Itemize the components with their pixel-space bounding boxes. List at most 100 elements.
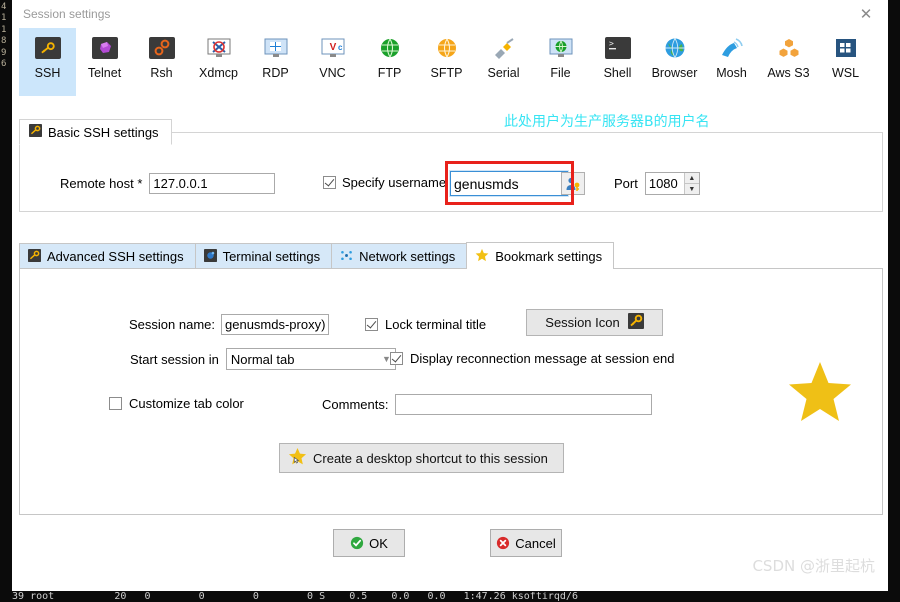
customize-tab-color-group: Customize tab color <box>109 396 244 411</box>
file-monitor-icon <box>548 35 574 61</box>
protocol-sftp[interactable]: SFTP <box>418 28 475 96</box>
protocol-label: File <box>550 66 571 80</box>
check-circle-icon <box>350 536 364 550</box>
session-icon-button[interactable]: Session Icon <box>526 309 663 336</box>
dialog-titlebar: Session settings ✕ <box>13 1 887 28</box>
protocol-ftp[interactable]: FTP <box>361 28 418 96</box>
dialog-title: Session settings <box>23 7 111 21</box>
protocol-browser[interactable]: Browser <box>646 28 703 96</box>
protocol-label: RDP <box>262 66 289 80</box>
port-decrement-icon[interactable]: ▼ <box>684 184 699 194</box>
svg-text:V: V <box>329 42 336 53</box>
network-dots-icon <box>340 249 353 265</box>
tab-terminal-settings[interactable]: Terminal settings <box>194 243 333 269</box>
display-reconnect-checkbox[interactable] <box>390 352 403 365</box>
rsh-icon <box>148 35 175 61</box>
protocol-mosh[interactable]: Mosh <box>703 28 760 96</box>
protocol-label: Telnet <box>87 66 122 80</box>
tab-label: Terminal settings <box>222 249 321 264</box>
protocol-label: VNC <box>319 66 346 80</box>
terminal-icon <box>203 248 217 265</box>
tab-label: Bookmark settings <box>495 248 603 264</box>
display-reconnect-group: Display reconnection message at session … <box>390 351 674 366</box>
session-name-label: Session name: <box>129 317 215 332</box>
protocol-ssh[interactable]: SSH <box>19 28 76 96</box>
ssh-key-icon <box>34 35 61 61</box>
session-name-group: Session name: <box>129 314 329 335</box>
protocol-file[interactable]: File <box>532 28 589 96</box>
tab-network-settings[interactable]: Network settings <box>331 243 468 269</box>
comments-label: Comments: <box>322 397 389 412</box>
comments-input[interactable] <box>395 394 653 415</box>
star-icon <box>475 248 489 265</box>
settings-tabstrip: Advanced SSH settings Terminal settings … <box>19 242 883 269</box>
serial-plug-icon <box>491 35 517 61</box>
username-input[interactable] <box>449 170 569 197</box>
specify-username-group: Specify username <box>323 175 446 190</box>
protocol-xdmcp[interactable]: Xdmcp <box>190 28 247 96</box>
select-user-button[interactable] <box>561 172 585 195</box>
protocol-label: SFTP <box>430 66 463 80</box>
star-icon <box>788 361 852 426</box>
protocol-aws-s3[interactable]: Aws S3 <box>760 28 817 96</box>
wsl-windows-icon <box>833 35 859 61</box>
start-session-in-value: Normal tab <box>230 351 295 367</box>
vnc-icon: Vc <box>320 35 346 61</box>
cancel-button[interactable]: Cancel <box>490 529 562 557</box>
protocol-rsh[interactable]: Rsh <box>133 28 190 96</box>
basic-ssh-tab[interactable]: Basic SSH settings <box>19 119 172 145</box>
aws-s3-icon <box>776 35 802 61</box>
port-value[interactable]: 1080 <box>646 173 684 194</box>
shell-terminal-icon: > <box>604 35 631 61</box>
start-session-in-select[interactable]: Normal tab ▼ <box>225 348 396 370</box>
create-desktop-shortcut-button[interactable]: Create a desktop shortcut to this sessio… <box>279 443 564 473</box>
csdn-watermark: CSDN @浙里起杭 <box>752 557 875 575</box>
start-session-in-label: Start session in <box>130 351 219 367</box>
port-field-group: Port 1080 ▲ ▼ <box>614 172 700 195</box>
port-label: Port <box>614 176 638 191</box>
telnet-icon <box>91 35 118 61</box>
protocol-serial[interactable]: Serial <box>475 28 532 96</box>
comments-group: Comments: <box>322 394 653 415</box>
specify-username-label: Specify username <box>342 175 447 190</box>
tab-advanced-ssh-settings[interactable]: Advanced SSH settings <box>19 243 196 269</box>
customize-tab-color-checkbox[interactable] <box>109 397 122 410</box>
protocol-rdp[interactable]: RDP <box>247 28 304 96</box>
browser-globe-icon <box>662 35 688 61</box>
ok-button[interactable]: OK <box>333 529 405 557</box>
terminal-process-row: 39 root 20 0 0 0 0 S 0.5 0.0 0.0 1:47.26… <box>0 592 578 602</box>
protocol-label: Mosh <box>716 66 747 80</box>
customize-tab-color-label: Customize tab color <box>129 396 244 411</box>
protocol-label: Browser <box>651 66 698 80</box>
remote-host-field-group: Remote host * <box>60 173 276 194</box>
protocol-label: WSL <box>831 66 860 80</box>
remote-host-label: Remote host * <box>60 176 143 191</box>
port-increment-icon[interactable]: ▲ <box>684 173 699 184</box>
chinese-annotation-note: 此处用户为生产服务器B的用户名 <box>504 114 710 130</box>
remote-host-input[interactable] <box>149 173 276 194</box>
display-reconnect-label: Display reconnection message at session … <box>410 351 675 366</box>
star-icon <box>288 447 307 469</box>
protocol-wsl[interactable]: WSL <box>817 28 874 96</box>
port-spinner[interactable]: 1080 ▲ ▼ <box>644 172 700 195</box>
ssh-key-icon <box>29 124 42 140</box>
protocol-label: Aws S3 <box>767 66 810 80</box>
lock-terminal-title-group: Lock terminal title <box>365 317 486 332</box>
specify-username-checkbox[interactable] <box>323 176 336 189</box>
bookmark-settings-panel: Session name: Lock terminal title Sessio… <box>19 268 883 515</box>
tab-bookmark-settings[interactable]: Bookmark settings <box>466 242 615 269</box>
session-name-input[interactable] <box>221 314 329 335</box>
rdp-icon <box>263 35 289 61</box>
protocol-label: Xdmcp <box>199 66 238 80</box>
protocol-label: Serial <box>487 66 520 80</box>
protocol-shell[interactable]: > Shell <box>589 28 646 96</box>
ok-button-label: OK <box>369 535 388 551</box>
protocol-toolbar: SSH Telnet Rsh Xdmcp RDP V c VNC FTP SFT… <box>13 28 887 100</box>
create-desktop-shortcut-label: Create a desktop shortcut to this sessio… <box>313 450 548 466</box>
protocol-vnc[interactable]: Vc VNC <box>304 28 361 96</box>
protocol-telnet[interactable]: Telnet <box>76 28 133 96</box>
close-icon[interactable]: ✕ <box>851 3 881 25</box>
lock-terminal-title-checkbox[interactable] <box>365 318 378 331</box>
xdmcp-icon <box>206 35 232 61</box>
cancel-circle-icon <box>497 536 510 550</box>
